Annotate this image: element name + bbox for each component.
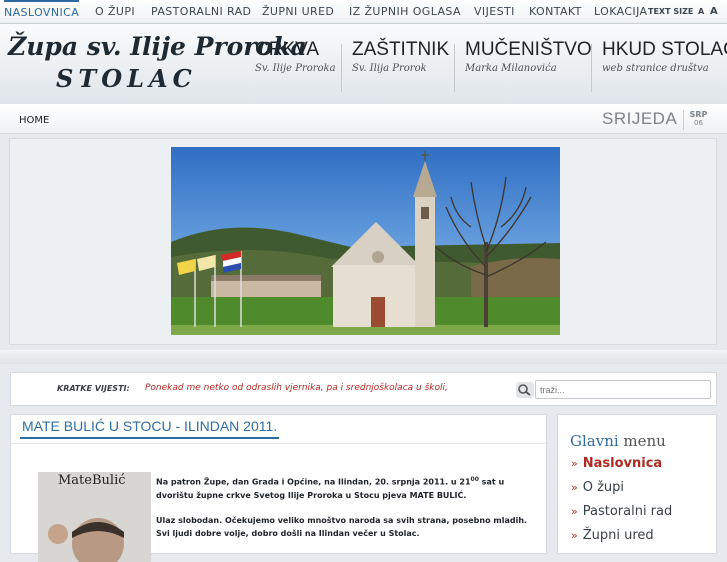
header-link-title: HKUD STOLAC — [602, 39, 727, 60]
header-link-title: ZAŠTITNIK — [352, 39, 450, 60]
featured-article: MATE BULIĆ U STOCU - ILINDAN 2011. MateB… — [10, 414, 547, 562]
article-paragraph: Ulaz slobodan. Očekujemo veliko mnoštvo … — [156, 515, 528, 538]
main-menu: Glavni menu » Naslovnica » O župi » Pastora… — [557, 414, 717, 554]
menu-item-zupni-ured[interactable]: » Župni ured — [571, 528, 654, 543]
current-day: SRIJEDA — [602, 109, 678, 128]
news-ticker-bar: KRATKE VIJESTI: Ponekad me netko od odra… — [10, 372, 717, 406]
nav-lokacija[interactable]: LOKACIJA — [594, 0, 647, 24]
header-link-crkva[interactable]: CRKVA Sv. Ilije Proroka — [255, 39, 336, 74]
article-image-caption: MateBulić — [58, 473, 126, 488]
article-body: Na patron Župe, dan Grada i Općine, na I… — [156, 473, 541, 552]
site-logo-subtitle[interactable]: STOLAC — [56, 64, 197, 93]
nav-naslovnica[interactable]: NASLOVNICA — [4, 0, 80, 24]
header-link-subtitle: Sv. Ilija Prorok — [352, 63, 427, 74]
breadcrumb-home[interactable]: HOME — [19, 115, 49, 126]
nav-pastoralni-rad[interactable]: PASTORALNI RAD — [151, 0, 251, 24]
nav-kontakt[interactable]: KONTAKT — [529, 0, 582, 24]
header-link-title: MUČENIŠTVO — [465, 39, 592, 60]
nav-vijesti[interactable]: VIJESTI — [474, 0, 515, 24]
header-link-hkud-stolac[interactable]: HKUD STOLAC web stranice društva — [602, 39, 727, 74]
nav-iz-zupnih-oglasa[interactable]: IZ ŽUPNIH OGLASA — [349, 0, 461, 24]
news-ticker-text[interactable]: Ponekad me netko od odraslih vjernika, p… — [145, 383, 448, 393]
menu-item-naslovnica[interactable]: » Naslovnica — [571, 456, 662, 471]
search-input[interactable] — [535, 380, 711, 399]
text-size-large-button[interactable]: A — [710, 0, 718, 24]
banner-container — [9, 138, 717, 345]
main-menu-title: Glavni menu — [570, 432, 666, 450]
current-date: SRP 06 — [683, 110, 713, 130]
top-navigation: NASLOVNICA O ŽUPI PASTORALNI RAD ŽUPNI U… — [0, 0, 727, 24]
header-divider — [341, 44, 342, 92]
header-link-title: CRKVA — [255, 39, 320, 60]
news-ticker-label: KRATKE VIJESTI: — [57, 384, 130, 393]
menu-item-pastoralni-rad[interactable]: » Pastoralni rad — [571, 504, 672, 519]
header-divider — [591, 44, 592, 92]
article-image: MateBulić — [38, 472, 151, 562]
search-icon[interactable] — [516, 382, 534, 398]
text-size-label: TEXT SIZE — [648, 7, 694, 16]
header-link-subtitle: Sv. Ilije Proroka — [255, 63, 336, 74]
current-day-number: 06 — [694, 119, 703, 127]
menu-item-o-zupi[interactable]: » O župi — [571, 480, 624, 495]
article-divider — [11, 443, 546, 444]
nav-zupni-ured[interactable]: ŽUPNI URED — [262, 0, 334, 24]
header-link-subtitle: web stranice društva — [602, 63, 709, 74]
article-paragraph: Na patron Župe, dan Grada i Općine, na I… — [156, 476, 505, 500]
header-link-zastitnik[interactable]: ZAŠTITNIK Sv. Ilija Prorok — [352, 39, 449, 74]
breadcrumb-bar: HOME SRIJEDA SRP 06 — [0, 104, 727, 134]
nav-o-zupi[interactable]: O ŽUPI — [95, 0, 135, 24]
church-banner-image — [171, 147, 560, 335]
header-divider — [454, 44, 455, 92]
current-month: SRP — [689, 110, 708, 119]
site-header: Župa sv. Ilije Proroka STOLAC CRKVA Sv. … — [0, 24, 727, 104]
text-size-small-button[interactable]: A — [698, 0, 704, 24]
header-link-subtitle: Marka Milanovića — [465, 63, 557, 74]
article-title[interactable]: MATE BULIĆ U STOCU - ILINDAN 2011. — [20, 418, 280, 439]
header-link-mucenistvo[interactable]: MUČENIŠTVO Marka Milanovića — [465, 39, 592, 74]
section-divider — [0, 350, 727, 364]
